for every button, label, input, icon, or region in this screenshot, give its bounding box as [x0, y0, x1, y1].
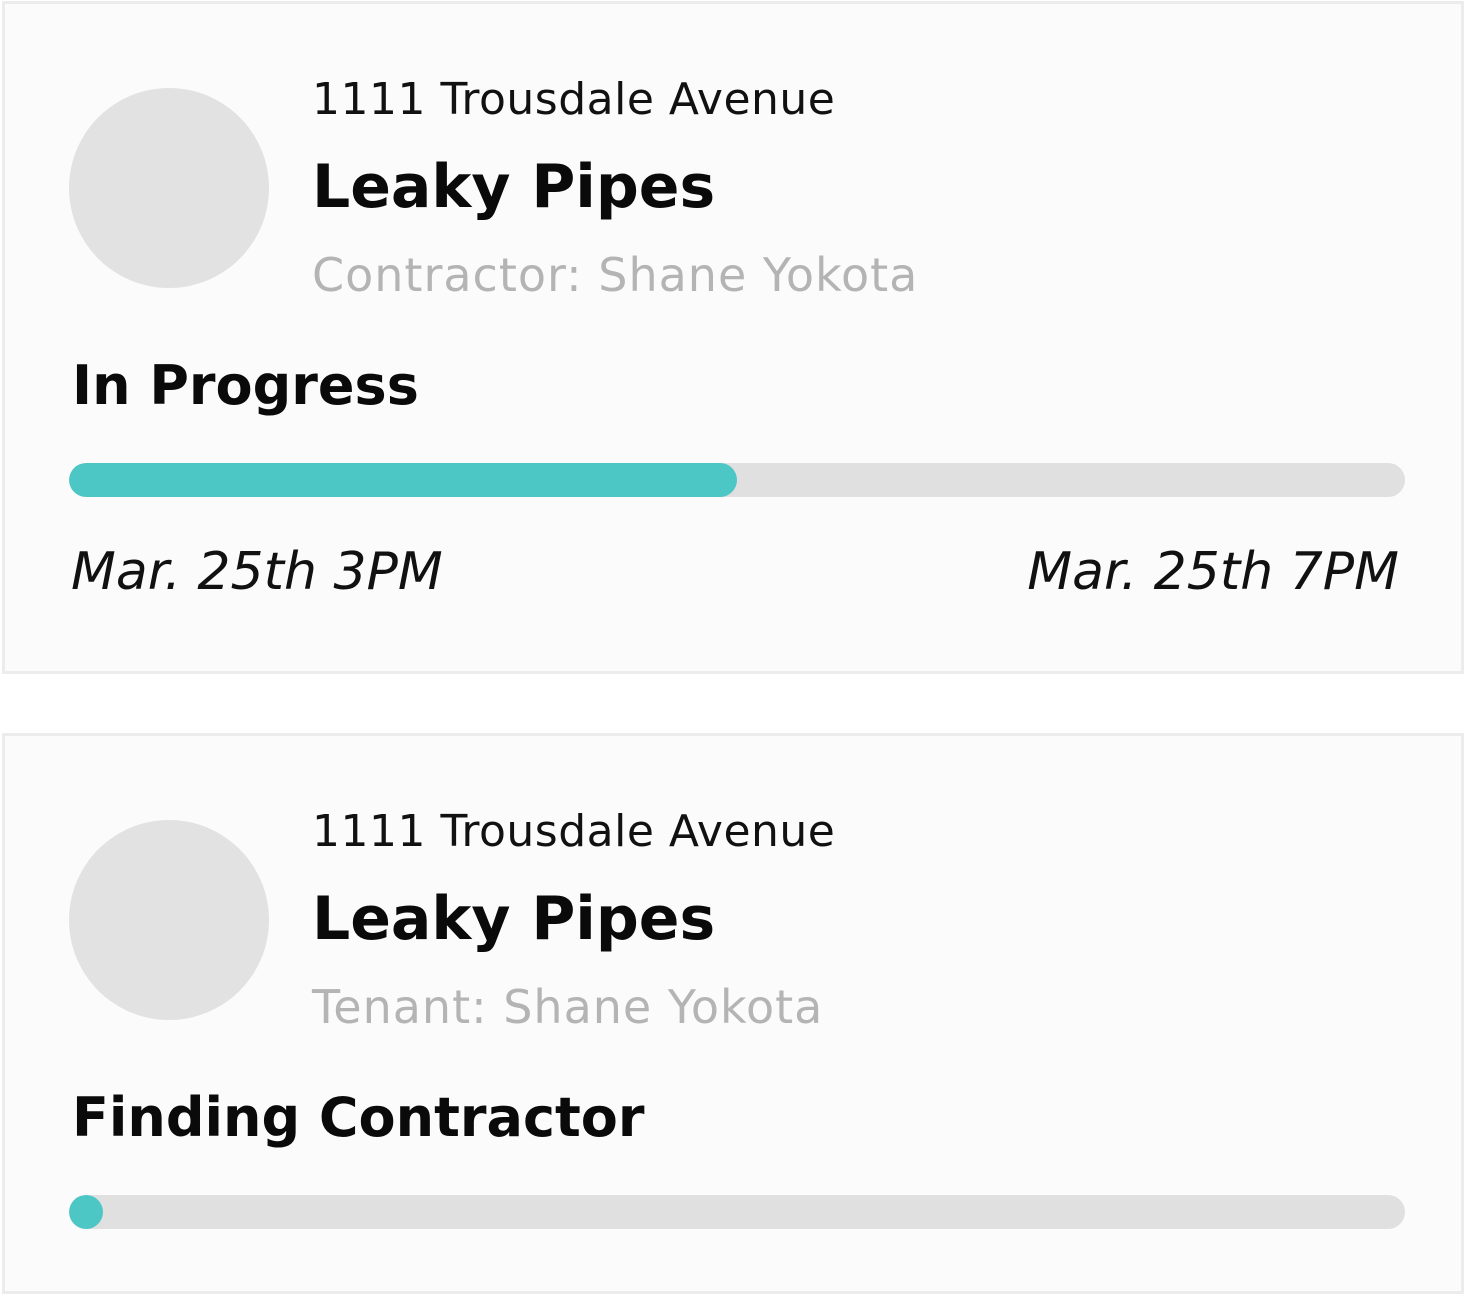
job-title: Leaky Pipes: [312, 884, 716, 954]
job-address: 1111 Trousdale Avenue: [312, 74, 836, 125]
progress-bar: [69, 1195, 1405, 1229]
avatar: [69, 820, 269, 1020]
end-time: Mar. 25th 7PM: [1027, 542, 1399, 602]
job-card[interactable]: 1111 Trousdale Avenue Leaky Pipes Contra…: [2, 1, 1464, 674]
progress-start-dot: [69, 1195, 103, 1229]
tenant-name: Tenant: Shane Yokota: [312, 980, 824, 1034]
job-status: In Progress: [72, 354, 419, 417]
avatar: [69, 88, 269, 288]
job-status: Finding Contractor: [72, 1086, 645, 1149]
progress-fill: [69, 463, 737, 497]
contractor-name: Contractor: Shane Yokota: [312, 248, 919, 302]
progress-bar: [69, 463, 1405, 497]
job-card[interactable]: 1111 Trousdale Avenue Leaky Pipes Tenant…: [2, 733, 1464, 1294]
start-time: Mar. 25th 3PM: [71, 542, 443, 602]
job-title: Leaky Pipes: [312, 152, 716, 222]
job-address: 1111 Trousdale Avenue: [312, 806, 836, 857]
